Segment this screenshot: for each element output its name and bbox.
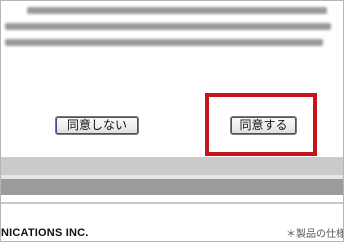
company-name: NICATIONS INC.: [1, 227, 89, 239]
dialog-frame: 同意しない 同意する NICATIONS INC. ＊製品の仕様: [0, 0, 344, 242]
divider-thin: [1, 202, 343, 204]
disagree-button[interactable]: 同意しない: [55, 116, 139, 135]
blurred-agreement-text: [1, 1, 343, 59]
highlight-box: [205, 93, 317, 156]
divider-band: [1, 157, 343, 175]
divider-gap: [1, 195, 343, 202]
divider-band-dark: [1, 179, 343, 195]
spec-note: ＊製品の仕様: [286, 229, 344, 240]
